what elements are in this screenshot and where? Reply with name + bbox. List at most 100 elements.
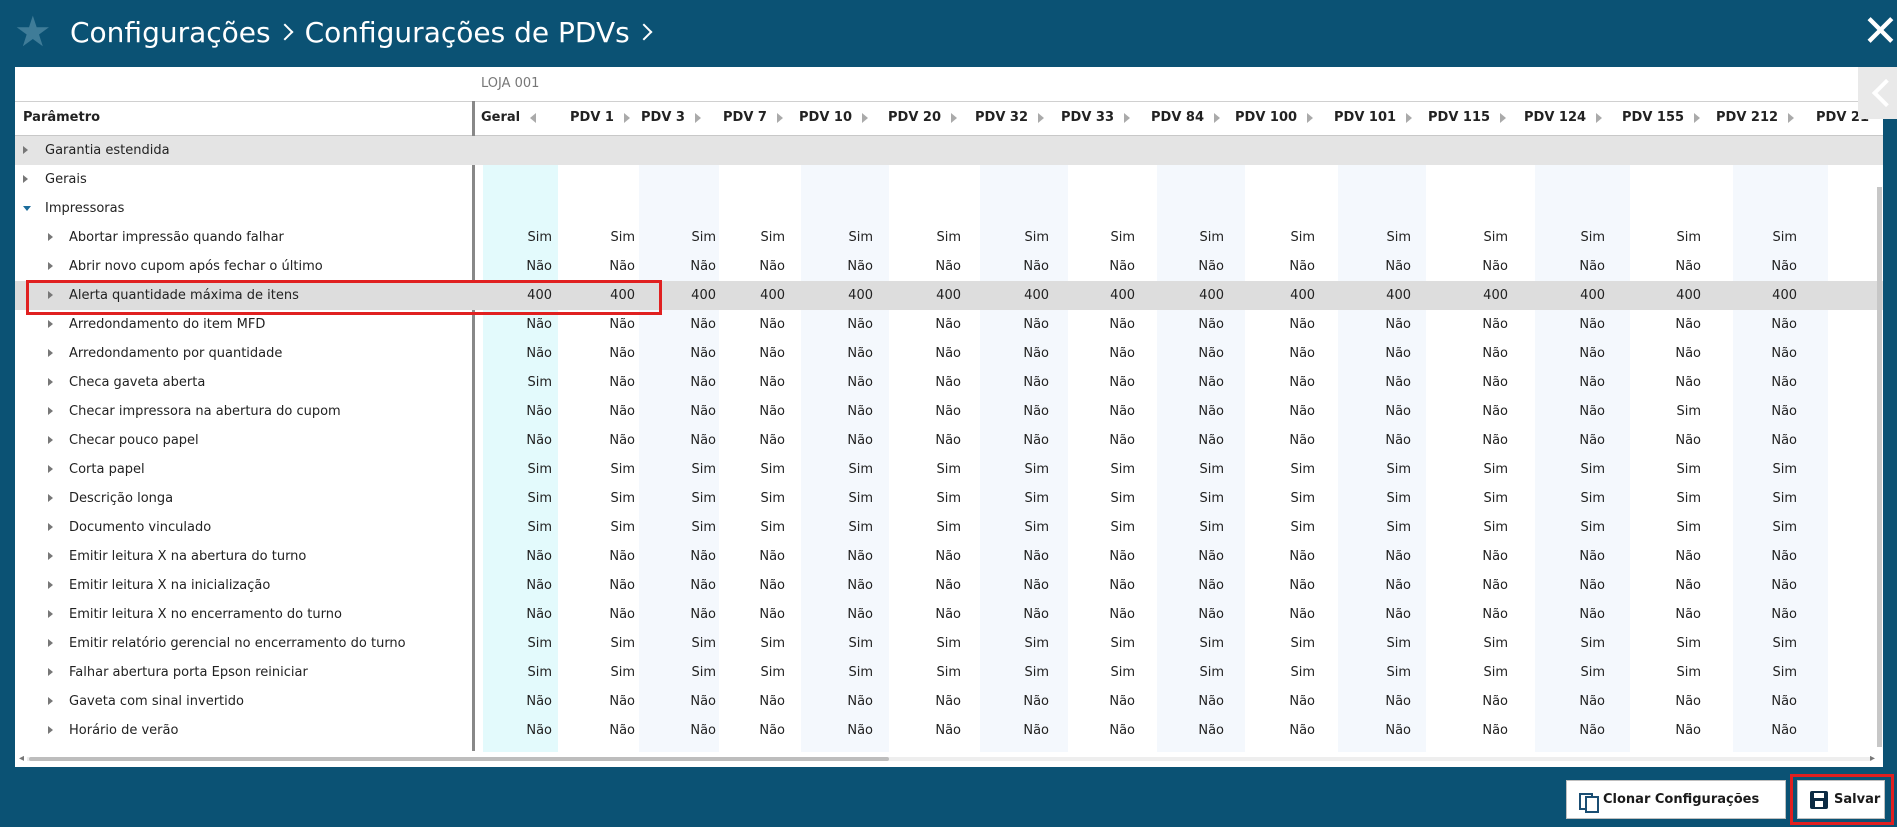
table-cell[interactable]: Não (1737, 339, 1797, 368)
table-cell[interactable]: 400 (1545, 281, 1605, 310)
table-cell[interactable]: Não (1164, 310, 1224, 339)
table-cell[interactable]: Não (725, 542, 785, 571)
table-cell[interactable]: Sim (989, 658, 1049, 687)
table-cell[interactable]: Sim (1351, 513, 1411, 542)
table-row[interactable]: Emitir relatório gerencial no encerramen… (15, 629, 1883, 658)
table-cell[interactable]: Não (725, 426, 785, 455)
collapsed-caret-icon[interactable] (48, 726, 53, 734)
expand-right-icon[interactable] (776, 112, 783, 123)
expand-right-icon[interactable] (1307, 112, 1314, 123)
scroll-left-icon[interactable]: ◂ (19, 753, 24, 764)
expanded-caret-icon[interactable] (23, 206, 31, 211)
table-cell[interactable]: Sim (656, 455, 716, 484)
table-cell[interactable]: Não (1255, 426, 1315, 455)
table-cell[interactable]: Não (1255, 716, 1315, 745)
table-cell[interactable]: Não (492, 600, 552, 629)
table-cell[interactable]: Não (1164, 339, 1224, 368)
collapsed-caret-icon[interactable] (48, 320, 53, 328)
collapsed-caret-icon[interactable] (48, 407, 53, 415)
table-cell[interactable]: Sim (1448, 455, 1508, 484)
table-cell[interactable]: Não (492, 716, 552, 745)
table-cell[interactable]: Sim (492, 658, 552, 687)
table-cell[interactable]: Sim (492, 629, 552, 658)
table-cell[interactable]: Sim (725, 629, 785, 658)
table-cell[interactable]: Sim (725, 484, 785, 513)
table-cell[interactable]: Sim (813, 484, 873, 513)
table-cell[interactable]: Não (813, 397, 873, 426)
table-row[interactable]: Checa gaveta aberta Sim Não Não Não Não Não Não… (15, 368, 1883, 397)
table-cell[interactable]: Não (1448, 716, 1508, 745)
table-cell[interactable]: Não (989, 600, 1049, 629)
table-cell[interactable]: Não (901, 600, 961, 629)
table-cell[interactable]: Não (1255, 571, 1315, 600)
table-cell[interactable]: Sim (1255, 223, 1315, 252)
table-cell[interactable]: Sim (725, 455, 785, 484)
close-icon[interactable]: ✕ (1862, 10, 1897, 54)
table-cell[interactable]: Não (901, 397, 961, 426)
table-cell[interactable]: Sim (1641, 484, 1701, 513)
table-cell[interactable]: Não (656, 600, 716, 629)
table-cell[interactable]: Não (813, 252, 873, 281)
table-cell[interactable]: Não (575, 339, 635, 368)
expand-right-icon[interactable] (1406, 112, 1413, 123)
column-header[interactable]: PDV 33 (1061, 101, 1130, 135)
column-header[interactable]: PDV 1 (570, 101, 630, 135)
table-cell[interactable]: Não (1075, 600, 1135, 629)
table-cell[interactable]: Não (989, 687, 1049, 716)
table-cell[interactable]: Sim (575, 455, 635, 484)
table-cell[interactable]: Não (1164, 397, 1224, 426)
column-header[interactable]: PDV 7 (723, 101, 783, 135)
table-cell[interactable]: Não (1448, 600, 1508, 629)
table-cell[interactable]: Sim (1075, 658, 1135, 687)
table-cell[interactable]: Não (1448, 426, 1508, 455)
table-cell[interactable]: Sim (575, 223, 635, 252)
table-cell[interactable]: Não (901, 571, 961, 600)
table-cell[interactable]: Não (1545, 542, 1605, 571)
table-cell[interactable]: Não (1545, 716, 1605, 745)
scroll-right-icon[interactable]: ▸ (1870, 753, 1875, 764)
table-cell[interactable]: Não (1255, 252, 1315, 281)
table-cell[interactable]: Não (492, 339, 552, 368)
table-cell[interactable]: 400 (1075, 281, 1135, 310)
table-cell[interactable]: Sim (492, 455, 552, 484)
table-cell[interactable]: Não (492, 426, 552, 455)
table-cell[interactable]: Sim (989, 455, 1049, 484)
table-cell[interactable]: Sim (492, 484, 552, 513)
table-cell[interactable]: Não (575, 426, 635, 455)
table-cell[interactable]: Não (1351, 426, 1411, 455)
column-header[interactable]: PDV 155 (1622, 101, 1701, 135)
column-header[interactable]: PDV 32 (975, 101, 1044, 135)
table-cell[interactable]: Sim (492, 368, 552, 397)
table-cell[interactable]: Sim (1448, 629, 1508, 658)
table-cell[interactable]: Não (1164, 716, 1224, 745)
collapsed-caret-icon[interactable] (23, 146, 28, 154)
table-cell[interactable]: 400 (989, 281, 1049, 310)
table-cell[interactable]: Não (989, 339, 1049, 368)
table-cell[interactable]: Não (575, 368, 635, 397)
table-cell[interactable]: Não (656, 397, 716, 426)
table-cell[interactable]: Não (1351, 310, 1411, 339)
table-cell[interactable]: Não (1351, 716, 1411, 745)
table-row[interactable]: Abrir novo cupom após fechar o último Não… (15, 252, 1883, 281)
table-cell[interactable]: 400 (1351, 281, 1411, 310)
table-row[interactable]: Descrição longa Sim Sim Sim Sim Sim Sim Sim Sim S… (15, 484, 1883, 513)
table-row[interactable]: Falhar abertura porta Epson reiniciar Sim… (15, 658, 1883, 687)
table-cell[interactable]: Não (656, 542, 716, 571)
column-header[interactable]: PDV 115 (1428, 101, 1507, 135)
table-cell[interactable]: Não (1448, 368, 1508, 397)
table-cell[interactable]: Sim (1255, 629, 1315, 658)
table-cell[interactable]: Sim (1075, 455, 1135, 484)
table-cell[interactable]: Não (1545, 252, 1605, 281)
table-cell[interactable]: Sim (1448, 223, 1508, 252)
table-cell[interactable]: Sim (1351, 629, 1411, 658)
expand-right-icon[interactable] (694, 112, 701, 123)
table-cell[interactable]: Sim (492, 223, 552, 252)
table-cell[interactable]: Não (1075, 571, 1135, 600)
table-cell[interactable]: Sim (1255, 484, 1315, 513)
table-cell[interactable]: Sim (1545, 629, 1605, 658)
table-cell[interactable]: Não (656, 716, 716, 745)
column-header[interactable]: PDV 3 (641, 101, 701, 135)
collapsed-caret-icon[interactable] (48, 639, 53, 647)
table-cell[interactable]: Não (725, 571, 785, 600)
table-row[interactable]: Emitir leitura X no encerramento do turn… (15, 600, 1883, 629)
